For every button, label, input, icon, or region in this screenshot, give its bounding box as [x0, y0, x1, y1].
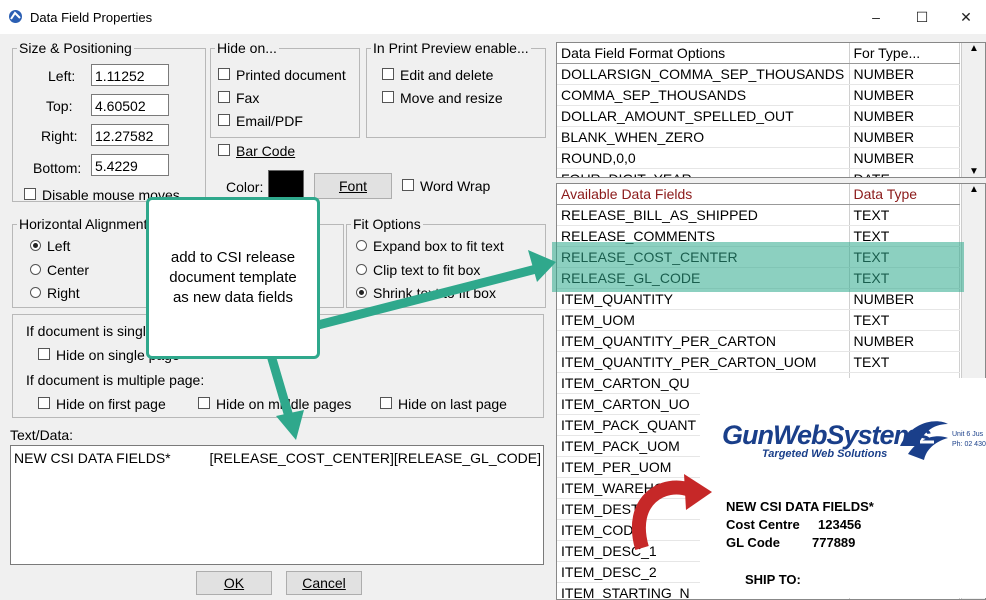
callout-text: add to CSI release document template as …: [149, 248, 317, 308]
callout-line-2: document template: [149, 268, 317, 288]
green-arrow-down: [270, 352, 304, 440]
red-arrow-curve: [639, 474, 712, 548]
callout-line-1: add to CSI release: [149, 248, 317, 268]
callout-line-3: as new data fields: [149, 288, 317, 308]
green-arrow-right: [318, 250, 556, 325]
annotation-callout: add to CSI release document template as …: [146, 197, 320, 359]
